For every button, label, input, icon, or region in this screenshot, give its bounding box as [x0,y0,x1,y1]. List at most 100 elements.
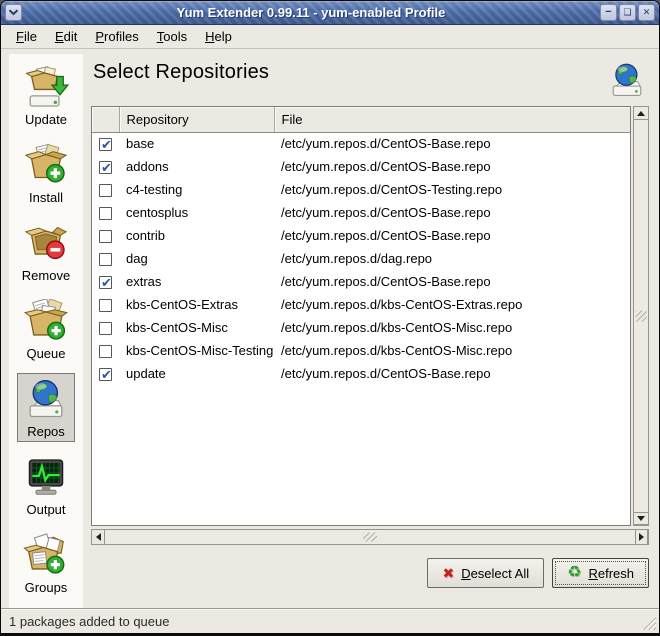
install-icon [23,143,69,189]
repo-checkbox[interactable] [99,368,112,381]
repo-file-cell: /etc/yum.repos.d/kbs-CentOS-Misc.repo [274,316,630,339]
menubar: File Edit Profiles Tools Help [1,25,659,49]
sidebar-item-queue[interactable]: Queue [17,295,75,364]
sidebar: Update Install [9,54,83,608]
repo-checkbox[interactable] [99,253,112,266]
table-row[interactable]: extras /etc/yum.repos.d/CentOS-Base.repo [92,270,630,293]
repository-globe-icon [607,61,647,101]
repo-name-cell: dag [119,247,274,270]
table-row[interactable]: dag /etc/yum.repos.d/dag.repo [92,247,630,270]
repository-table: Repository File base /etc/yum.repos.d/Ce… [91,106,631,526]
repo-checkbox[interactable] [99,161,112,174]
maximize-button[interactable]: ❑ [619,4,636,21]
sidebar-item-update[interactable]: Update [17,61,75,130]
table-row[interactable]: c4-testing /etc/yum.repos.d/CentOS-Testi… [92,178,630,201]
close-button[interactable]: ✕ [638,4,655,21]
repo-file-cell: /etc/yum.repos.d/kbs-CentOS-Extras.repo [274,293,630,316]
sidebar-item-output[interactable]: Output [17,451,75,520]
sidebar-item-repos[interactable]: Repos [17,373,75,442]
scroll-down-button[interactable] [633,511,649,525]
sidebar-item-label: Output [26,502,65,517]
repo-checkbox[interactable] [99,345,112,358]
repo-name-cell: centosplus [119,201,274,224]
sidebar-item-label: Queue [26,346,65,361]
repo-name-cell: extras [119,270,274,293]
scroll-right-button[interactable] [634,529,648,545]
table-row[interactable]: centosplus /etc/yum.repos.d/CentOS-Base.… [92,201,630,224]
sidebar-item-groups[interactable]: Groups [17,529,75,598]
sidebar-item-remove[interactable]: Remove [16,217,76,286]
table-row[interactable]: kbs-CentOS-Misc-Testing /etc/yum.repos.d… [92,339,630,362]
statusbar: 1 packages added to queue [1,608,659,633]
repo-file-cell: /etc/yum.repos.d/CentOS-Base.repo [274,270,630,293]
repo-checkbox[interactable] [99,138,112,151]
sidebar-item-label: Install [29,190,63,205]
scroll-up-icon [637,111,645,116]
close-icon: ✕ [643,8,651,17]
repo-checkbox[interactable] [99,322,112,335]
table-row[interactable]: contrib /etc/yum.repos.d/CentOS-Base.rep… [92,224,630,247]
menu-profiles[interactable]: Profiles [86,26,147,47]
remove-icon [23,221,69,267]
horizontal-scrollbar-thumb[interactable] [104,529,636,545]
repo-name-cell: c4-testing [119,178,274,201]
status-text: 1 packages added to queue [9,614,169,629]
main-panel: Select Repositories [91,54,649,608]
repo-name-cell: contrib [119,224,274,247]
repo-name-cell: base [119,132,274,155]
scroll-up-button[interactable] [633,106,649,120]
maximize-icon: ❑ [623,8,631,17]
repo-checkbox[interactable] [99,299,112,312]
repo-file-cell: /etc/yum.repos.d/CentOS-Base.repo [274,155,630,178]
output-icon [23,455,69,501]
sidebar-item-label: Update [25,112,67,127]
column-header-file[interactable]: File [274,107,630,132]
scroll-left-icon [96,533,101,541]
table-row[interactable]: addons /etc/yum.repos.d/CentOS-Base.repo [92,155,630,178]
repo-checkbox[interactable] [99,184,112,197]
window-menu-button[interactable] [5,4,22,21]
vertical-scrollbar-thumb[interactable] [633,119,649,513]
column-header-checkbox[interactable] [92,107,119,132]
repo-checkbox[interactable] [99,276,112,289]
update-icon [23,65,69,111]
repo-name-cell: kbs-CentOS-Misc [119,316,274,339]
app-window: Yum Extender 0.99.11 - yum-enabled Profi… [0,0,660,636]
page-title: Select Repositories [93,61,269,84]
minimize-button[interactable]: − [600,4,617,21]
repo-name-cell: update [119,362,274,385]
deselect-all-button[interactable]: ✖ Deselect All [427,558,544,588]
repo-file-cell: /etc/yum.repos.d/CentOS-Base.repo [274,224,630,247]
sidebar-item-install[interactable]: Install [17,139,75,208]
menu-edit[interactable]: Edit [46,26,86,47]
deselect-x-icon: ✖ [442,566,454,580]
menu-help[interactable]: Help [196,26,241,47]
table-row[interactable]: base /etc/yum.repos.d/CentOS-Base.repo [92,132,630,155]
sidebar-item-label: Groups [25,580,68,595]
scroll-right-icon [639,533,644,541]
repo-checkbox[interactable] [99,230,112,243]
horizontal-scrollbar[interactable] [91,529,649,545]
repo-file-cell: /etc/yum.repos.d/CentOS-Base.repo [274,132,630,155]
scroll-left-button[interactable] [91,529,105,545]
menu-tools[interactable]: Tools [148,26,196,47]
minimize-icon: − [605,7,611,18]
repo-file-cell: /etc/yum.repos.d/CentOS-Base.repo [274,362,630,385]
resize-grip-icon[interactable] [642,616,657,631]
repo-checkbox[interactable] [99,207,112,220]
repo-table-body: base /etc/yum.repos.d/CentOS-Base.repo a… [92,132,630,385]
menu-file[interactable]: File [7,26,46,47]
queue-icon [23,299,69,345]
repos-icon [23,377,69,423]
table-row[interactable]: update /etc/yum.repos.d/CentOS-Base.repo [92,362,630,385]
table-row[interactable]: kbs-CentOS-Extras /etc/yum.repos.d/kbs-C… [92,293,630,316]
table-row[interactable]: kbs-CentOS-Misc /etc/yum.repos.d/kbs-Cen… [92,316,630,339]
deselect-all-label: Deselect All [461,566,529,581]
repo-name-cell: kbs-CentOS-Misc-Testing [119,339,274,362]
sidebar-item-label: Remove [22,268,70,283]
repo-file-cell: /etc/yum.repos.d/kbs-CentOS-Misc.repo [274,339,630,362]
column-header-repository[interactable]: Repository [119,107,274,132]
refresh-button[interactable]: ♻ Refresh [552,558,649,588]
titlebar[interactable]: Yum Extender 0.99.11 - yum-enabled Profi… [1,1,659,25]
vertical-scrollbar[interactable] [633,106,649,526]
